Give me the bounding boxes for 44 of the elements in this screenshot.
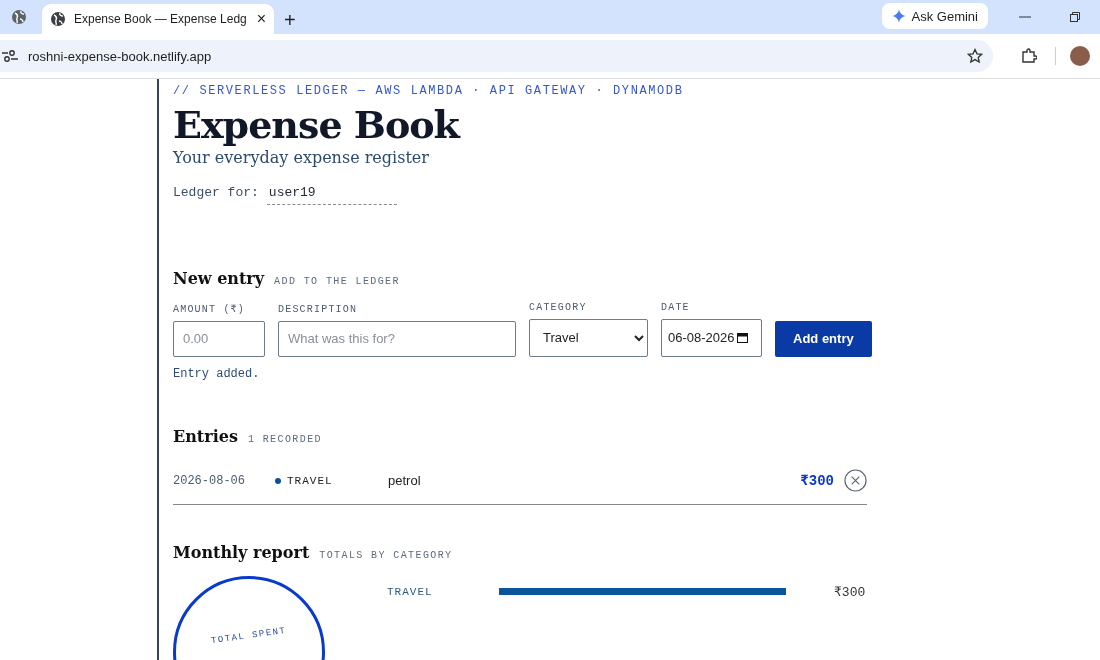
new-tab-button[interactable]: + <box>284 10 296 30</box>
section-title: Entries <box>173 426 238 446</box>
page-title: Expense Book <box>173 104 462 146</box>
add-entry-button[interactable]: Add entry <box>775 320 872 357</box>
page-subtitle: Your everyday expense register <box>173 147 430 167</box>
restore-icon[interactable] <box>1068 10 1082 24</box>
category-name: TRAVEL <box>387 585 434 598</box>
field-label: DESCRIPTION <box>278 303 359 315</box>
entry-description: petrol <box>388 473 422 489</box>
section-title: Monthly report <box>173 542 310 562</box>
section-title: New entry <box>173 268 265 288</box>
category-dot <box>275 477 281 484</box>
entry-count: 1 RECORDED <box>247 433 322 445</box>
delete-icon[interactable] <box>844 469 867 493</box>
star-icon[interactable] <box>967 48 983 64</box>
section-subtitle: ADD TO THE LEDGER <box>274 275 400 287</box>
ledger-label: Ledger for: <box>173 184 259 200</box>
status-message: Entry added. <box>173 366 261 381</box>
sparkle-icon <box>891 9 906 23</box>
description-field[interactable]: What was this for? <box>278 320 516 357</box>
profile-avatar[interactable] <box>1070 46 1090 66</box>
globe-icon <box>11 9 27 25</box>
close-tab-button[interactable]: × <box>256 11 266 27</box>
entry-category: TRAVEL <box>287 474 333 487</box>
site-settings-icon[interactable] <box>2 48 18 64</box>
amount-field[interactable]: 0.00 <box>173 320 265 357</box>
tab-title: Expense Book — Expense Ledg <box>74 12 248 26</box>
globe-icon <box>50 11 66 27</box>
category-amount: ₹300 <box>834 583 866 600</box>
field-label: AMOUNT (₹) <box>173 302 247 315</box>
entry-date: 2026-08-06 <box>173 473 246 488</box>
category-select[interactable]: Travel <box>529 318 648 357</box>
eyebrow-text: // SERVERLESS LEDGER — AWS LAMBDA · API GATEWAY · DYNAMODB <box>173 84 685 98</box>
field-label: DATE <box>661 301 691 313</box>
puzzle-icon[interactable] <box>1021 48 1037 64</box>
section-subtitle: TOTALS BY CATEGORY <box>319 549 453 561</box>
calendar-icon[interactable] <box>736 332 748 344</box>
entry-amount: ₹300 <box>800 472 834 490</box>
field-label: CATEGORY <box>529 301 588 313</box>
total-label: TOTAL SPENT <box>210 625 288 648</box>
ledger-user-field[interactable]: user19 <box>266 184 397 205</box>
date-field[interactable]: 06-08-2026 <box>661 318 762 357</box>
gemini-button[interactable]: Ask Gemini <box>881 3 988 29</box>
browser-tab[interactable]: Expense Book — Expense Ledg × <box>42 4 274 34</box>
